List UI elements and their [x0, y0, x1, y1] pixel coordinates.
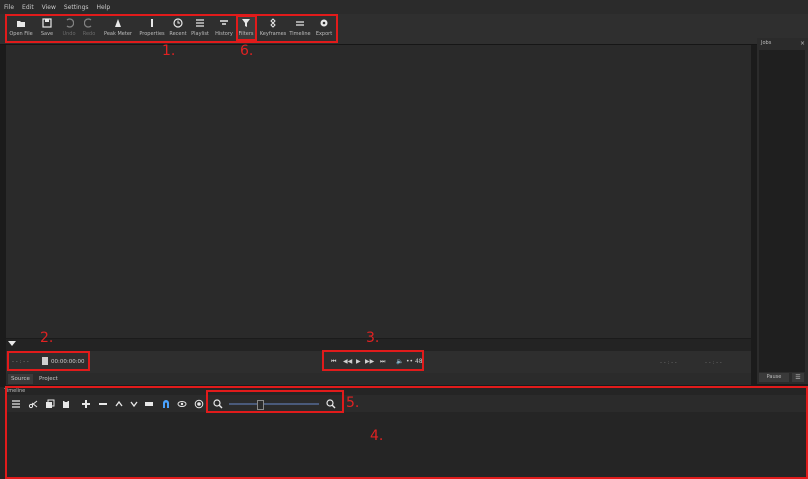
viewer-tabs — [6, 373, 751, 385]
tab-source[interactable]: Source — [8, 374, 33, 384]
close-icon[interactable]: × — [800, 40, 805, 47]
pause-button[interactable]: Pause — [759, 373, 789, 382]
menu-view[interactable]: View — [38, 4, 60, 11]
video-viewer[interactable] — [6, 45, 751, 338]
annotation-label-3: 3. — [366, 330, 380, 346]
annotation-box-4 — [5, 386, 808, 479]
menu-bar: File Edit View Settings Help — [0, 0, 808, 14]
jobs-menu-icon[interactable]: ☰ — [792, 373, 804, 382]
in-point: - - : - - — [660, 360, 677, 366]
annotation-box-6 — [236, 15, 257, 41]
annotation-label-2: 2. — [40, 330, 54, 346]
out-point: - - : - - — [705, 360, 722, 366]
menu-file[interactable]: File — [0, 4, 18, 11]
annotation-box-3 — [322, 350, 424, 371]
annotation-label-4: 4. — [370, 428, 384, 444]
menu-settings[interactable]: Settings — [60, 4, 93, 11]
annotation-box-5 — [206, 390, 344, 413]
jobs-title: Jobs — [761, 40, 772, 46]
tab-project[interactable]: Project — [36, 374, 61, 384]
annotation-box-2 — [7, 351, 90, 371]
annotation-label-1: 1. — [162, 43, 176, 59]
menu-edit[interactable]: Edit — [18, 4, 38, 11]
jobs-list[interactable] — [759, 50, 805, 372]
annotation-label-6: 6. — [240, 43, 254, 59]
annotation-label-5: 5. — [346, 395, 360, 411]
playhead-icon[interactable] — [8, 341, 16, 346]
menu-help[interactable]: Help — [93, 4, 115, 11]
annotation-box-1 — [5, 14, 338, 43]
